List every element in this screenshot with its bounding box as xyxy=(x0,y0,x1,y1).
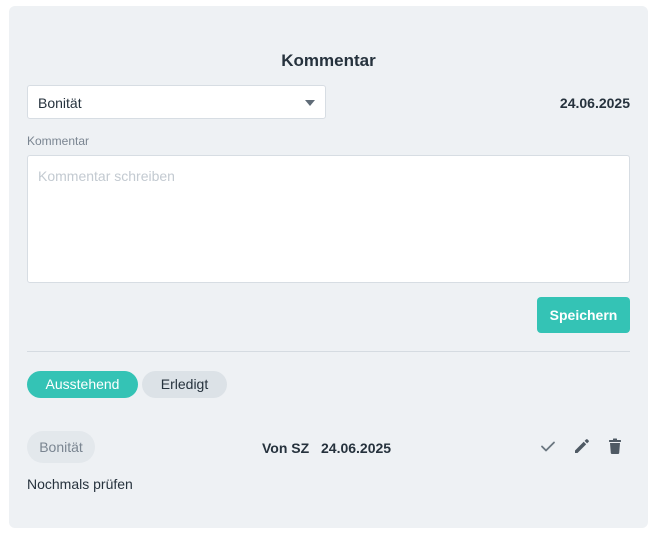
comment-panel: Kommentar Bonität 24.06.2025 Kommentar S… xyxy=(9,6,648,528)
comment-field-label: Kommentar xyxy=(27,134,90,148)
entry-date: 24.06.2025 xyxy=(321,440,392,456)
check-icon[interactable] xyxy=(538,436,558,456)
divider xyxy=(27,351,630,352)
trash-icon[interactable] xyxy=(605,436,625,456)
category-select-value: Bonität xyxy=(38,95,82,111)
category-select[interactable]: Bonität xyxy=(27,85,326,119)
entry-author: Von SZ xyxy=(262,440,310,456)
pencil-icon[interactable] xyxy=(572,436,592,456)
panel-title: Kommentar xyxy=(281,51,376,70)
entry-text: Nochmals prüfen xyxy=(27,476,133,492)
comment-date: 24.06.2025 xyxy=(559,95,630,111)
comment-textarea[interactable] xyxy=(27,155,630,283)
save-button[interactable]: Speichern xyxy=(537,297,630,333)
tab-ausstehend[interactable]: Ausstehend xyxy=(27,371,138,398)
tab-erledigt[interactable]: Erledigt xyxy=(142,371,227,398)
entry-category-badge: Bonität xyxy=(27,431,95,463)
caret-down-icon xyxy=(305,100,315,106)
